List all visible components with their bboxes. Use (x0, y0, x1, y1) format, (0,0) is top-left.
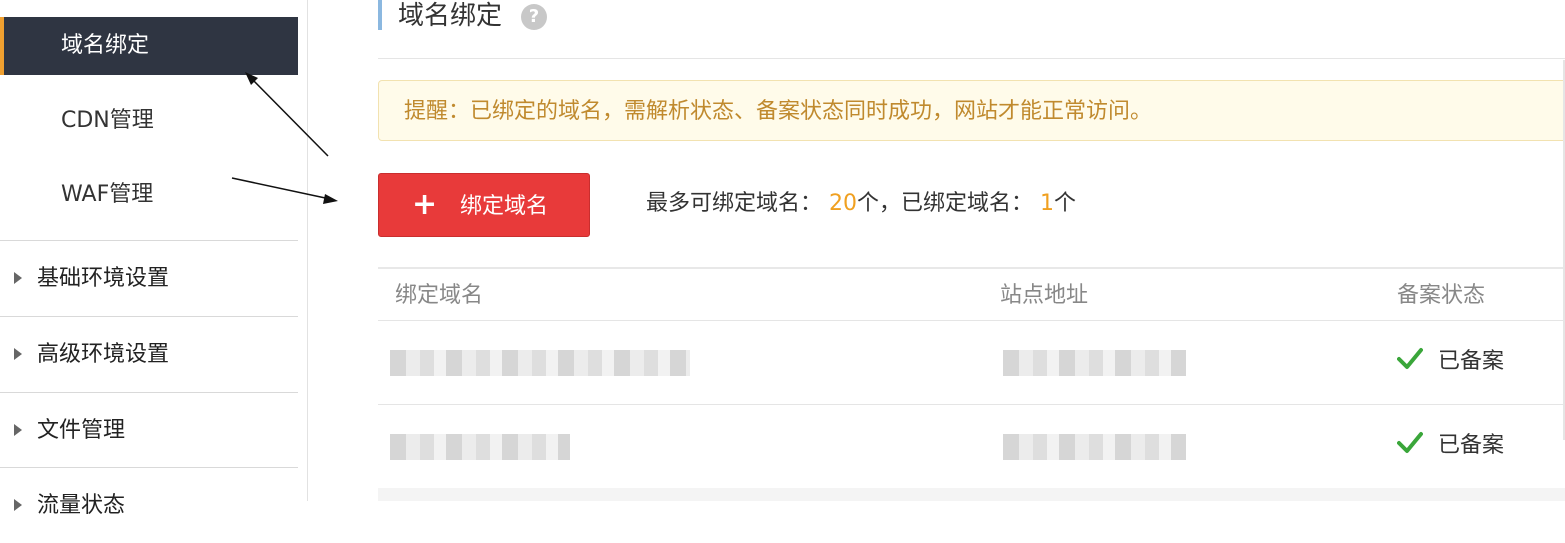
arrow-head-icon (323, 194, 338, 204)
arrow-line-to-button (231, 177, 331, 200)
annotation-arrows (231, 72, 338, 204)
arrow-line-to-menu (249, 76, 329, 157)
